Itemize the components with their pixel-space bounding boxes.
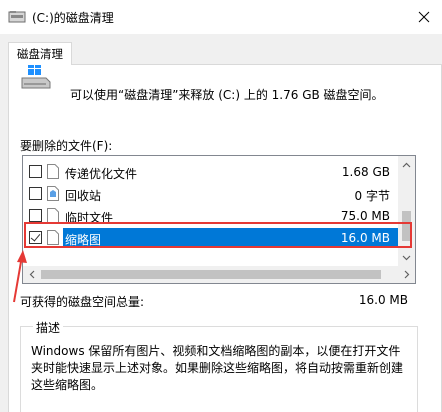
disk-cleanup-window: (C:)的磁盘清理 磁盘清理 可以使用“磁盘清理”来释放 (C:) 上的 1.7… xyxy=(0,0,442,412)
scroll-left-button[interactable] xyxy=(23,266,40,283)
list-item-size: 0 字节 xyxy=(354,189,390,203)
scroll-up-button[interactable] xyxy=(398,156,415,173)
list-item[interactable]: 回收站 0 字节 xyxy=(23,183,398,205)
list-item-size: 16.0 MB xyxy=(340,231,390,245)
horizontal-scroll-thumb[interactable] xyxy=(41,270,381,279)
title-bar[interactable]: (C:)的磁盘清理 xyxy=(0,0,442,34)
disk-cleanup-app-icon xyxy=(8,11,26,23)
vertical-scrollbar[interactable] xyxy=(398,156,415,266)
files-to-delete-label: 要删除的文件(F): xyxy=(20,139,113,153)
scroll-right-button[interactable] xyxy=(398,266,415,283)
total-space-label: 可获得的磁盘空间总量: xyxy=(20,295,145,309)
description-text: Windows 保留所有图片、视频和文档缩略图的副本，以便在打开文件夹时能快速显… xyxy=(31,344,404,392)
window-title: (C:)的磁盘清理 xyxy=(32,11,114,25)
chevron-left-icon xyxy=(29,270,34,279)
recycle-bin-icon xyxy=(47,186,59,201)
tab-disk-cleanup[interactable]: 磁盘清理 xyxy=(8,42,72,65)
close-button[interactable] xyxy=(406,0,442,34)
file-icon xyxy=(47,164,59,179)
chevron-down-icon xyxy=(402,255,411,260)
drive-icon xyxy=(21,62,51,89)
scroll-down-button[interactable] xyxy=(398,249,415,266)
list-item-name: 缩略图 xyxy=(65,233,102,247)
list-item-size: 75.0 MB xyxy=(340,209,390,223)
description-group: 描述 Windows 保留所有图片、视频和文档缩略图的副本，以便在打开文件夹时能… xyxy=(20,319,418,412)
description-title: 描述 xyxy=(33,319,64,336)
close-icon xyxy=(418,11,430,23)
file-icon xyxy=(47,208,59,223)
file-icon xyxy=(47,230,59,245)
list-item-name: 回收站 xyxy=(65,189,102,203)
total-space-value: 16.0 MB xyxy=(358,293,408,307)
list-item-checkbox[interactable] xyxy=(29,187,42,200)
list-item-checkbox[interactable] xyxy=(29,209,42,222)
chevron-up-icon xyxy=(402,162,411,167)
horizontal-scrollbar[interactable] xyxy=(23,266,415,283)
chevron-right-icon xyxy=(404,270,409,279)
list-item-name: 传递优化文件 xyxy=(65,167,138,181)
info-text: 可以使用“磁盘清理”来释放 (C:) 上的 1.76 GB 磁盘空间。 xyxy=(70,88,384,102)
list-item-size: 1.68 GB xyxy=(341,165,390,179)
files-list[interactable]: 传递优化文件 1.68 GB 回收站 0 字节 临时文件 75.0 MB 缩略图… xyxy=(22,155,416,284)
list-item-checkbox[interactable] xyxy=(29,165,42,178)
list-item[interactable]: 传递优化文件 1.68 GB xyxy=(23,161,398,183)
